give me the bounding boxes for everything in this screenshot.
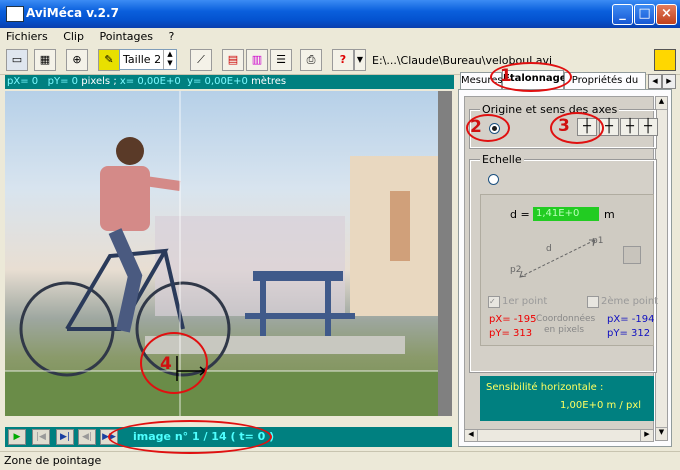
close-button[interactable]: × [656,4,677,25]
point1-label: 1er point [502,296,548,307]
annotation-number-3: 3 [558,116,570,136]
tab-proprietes[interactable]: Propriétés du clip [564,72,646,102]
rider-leg [108,228,143,333]
bench-top [253,271,343,281]
distance-input[interactable]: 1,41E+0 [533,207,599,221]
list-icon[interactable]: ☰ [270,49,292,71]
panel-hscrollbar[interactable]: ◀ ▶ [464,429,654,442]
point1-px: pX= -195 [489,314,537,325]
rider-head [116,137,144,165]
window-title: AviMéca v.2.7 [26,6,119,20]
menu-clip[interactable]: Clip [57,28,90,43]
status-bar: Zone de pointage [0,451,680,470]
bench-leg [260,281,266,336]
building-door [390,191,410,261]
grass [5,371,438,416]
rider-arm [144,176,181,191]
sensitivity-title: Sensibilité horizontale : [486,382,604,393]
graph-icon[interactable]: ⟋ [190,49,212,71]
px-readout: pX= 0 [7,76,39,87]
scroll-down-icon[interactable]: ▼ [656,427,667,440]
app-icon [6,6,24,22]
table-icon[interactable]: ▤ [222,49,244,71]
hscroll-left-icon[interactable]: ◀ [465,430,478,441]
scale-radio[interactable] [488,174,499,185]
scale-group-title: Echelle [480,153,524,166]
d-unit: m [604,208,615,221]
next-frame-icon[interactable]: ▶| [56,429,74,445]
point2-px: pX= -194 [607,314,655,325]
menu-pointages[interactable]: Pointages [93,28,159,43]
minimize-button[interactable]: _ [612,4,633,25]
sensitivity-value: 1,00E+0 m / pxl [560,400,642,411]
prev-frame-icon[interactable]: ◀| [78,429,96,445]
export-icon[interactable]: ▥ [246,49,268,71]
coord-caption-1: Coordonnées [536,314,596,324]
point2-checkbox[interactable] [587,296,599,308]
annotation-number-2: 2 [470,117,482,137]
play-icon[interactable]: ▶ [8,429,26,445]
origin-group-title: Origine et sens des axes [480,103,620,116]
sensitivity-box: Sensibilité horizontale : 1,00E+0 m / px… [480,376,654,421]
film-strip-icon[interactable]: ▭ [6,49,28,71]
size-value: Taille 2 [123,53,162,66]
point1-py: pY= 313 [489,328,533,339]
coordinates-bar: pX= 0 pY= 0 pixels ; x= 0,00E+0 y= 0,00E… [5,75,454,89]
axes-option-3-icon[interactable]: ┼ [620,118,640,136]
axes-option-4-icon[interactable]: ┼ [638,118,658,136]
spinner-arrows-icon[interactable]: ▲ ▼ [163,50,176,69]
title-bar: AviMéca v.2.7 _ □ × [0,0,680,28]
rider-shirt [100,166,150,231]
magnify-icon[interactable]: ⊕ [66,49,88,71]
d-label: d = [510,208,530,221]
clip-select-icon[interactable]: ▦ [34,49,56,71]
point2-label: 2ème point [601,296,659,307]
help-dropdown-icon[interactable]: ▼ [354,49,366,71]
pixels-unit: pixels [81,76,111,87]
hscroll-right-icon[interactable]: ▶ [640,430,653,441]
scroll-up-icon[interactable]: ▲ [656,97,667,110]
tab-scroll-left-icon[interactable]: ◀ [648,74,662,89]
x-readout: x= 0,00E+0 [119,76,181,87]
annotation-circle-5 [108,420,272,454]
scale-tool-icon[interactable]: ✎ [98,49,120,71]
annotation-circle-4 [140,332,208,394]
video-frame[interactable] [5,91,438,416]
menu-bar: Fichiers Clip Pointages ? [0,28,680,46]
bench-leg [325,281,331,336]
video-scene [5,91,438,416]
diagram-p1: p1 [592,236,604,246]
point2-py: pY= 312 [607,328,651,339]
validate-icon[interactable] [623,246,641,264]
bench-seat [245,313,355,319]
size-spinner[interactable]: Taille 2 ▲ ▼ [119,49,177,70]
diagram-p2: p2 [510,265,522,275]
menu-help[interactable]: ? [163,28,181,43]
annotation-number-1: 1 [500,66,512,86]
toolbar: ▭ ▦ ⊕ ✎ Taille 2 ▲ ▼ ⟋ ▤ ▥ ☰ ⎙ ? ▼ E:\...… [0,46,680,75]
diagram-d: d [546,244,552,254]
first-frame-icon[interactable]: |◀ [32,429,50,445]
fence [155,216,345,316]
print-icon[interactable]: ⎙ [300,49,322,71]
annotation-number-4: 4 [160,354,172,374]
maximize-button[interactable]: □ [634,4,655,25]
video-border [438,91,452,416]
py-readout: pY= 0 [47,76,79,87]
point1-checkbox[interactable]: ✓ [488,296,500,308]
bike-frame [65,248,169,331]
exit-door-icon[interactable] [654,49,676,71]
metres-unit: mètres [251,76,287,87]
panel-scrollbar[interactable]: ▲ ▼ [655,96,668,441]
menu-fichiers[interactable]: Fichiers [0,28,54,43]
coord-caption-2: en pixels [544,325,585,335]
help-icon[interactable]: ? [332,49,354,71]
y-readout: y= 0,00E+0 [187,76,248,87]
tab-scroll-right-icon[interactable]: ▶ [662,74,676,89]
